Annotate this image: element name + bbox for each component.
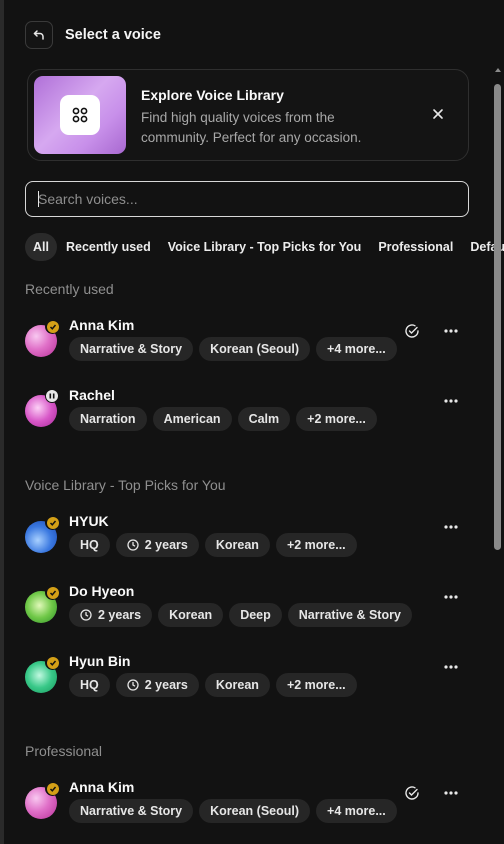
tag-age: 2 years xyxy=(115,533,199,557)
explore-library-banner[interactable]: Explore Voice Library Find high quality … xyxy=(27,69,469,161)
verified-badge-icon xyxy=(45,655,60,670)
tag: Korean xyxy=(158,603,224,627)
tag: HQ xyxy=(69,673,110,697)
verified-badge-icon xyxy=(45,585,60,600)
filter-chips: All Recently used Voice Library - Top Pi… xyxy=(25,233,504,261)
tag-more[interactable]: +2 more... xyxy=(275,673,357,697)
voice-tags: Narrative & Story Korean (Seoul) +4 more… xyxy=(69,337,403,361)
tag: Korean xyxy=(204,533,270,557)
voice-name: HYUK xyxy=(69,513,109,529)
voice-selector-panel: Select a voice Explore Voice Library Fin… xyxy=(4,0,504,844)
voice-row-rachel[interactable]: Rachel Narration American Calm +2 more..… xyxy=(25,387,475,443)
tag: Narrative & Story xyxy=(69,337,194,361)
search-field[interactable] xyxy=(25,181,469,217)
tag: Narration xyxy=(69,407,147,431)
back-button[interactable] xyxy=(25,21,53,49)
header: Select a voice xyxy=(25,21,161,49)
voice-tags: Narration American Calm +2 more... xyxy=(69,407,383,431)
section-title-professional: Professional xyxy=(25,743,103,759)
voice-tags: Narrative & Story Korean (Seoul) +4 more… xyxy=(69,799,403,823)
scroll-up-arrow-icon[interactable] xyxy=(495,68,501,72)
clock-icon xyxy=(127,539,139,551)
search-input[interactable] xyxy=(38,182,458,215)
tag: Narrative & Story xyxy=(287,603,412,627)
voice-name: Anna Kim xyxy=(69,779,135,795)
tag: Narrative & Story xyxy=(69,799,194,823)
voice-name: Rachel xyxy=(69,387,115,403)
more-options-icon[interactable] xyxy=(442,393,460,409)
tag-age-label: 2 years xyxy=(98,608,142,622)
voice-row-do-hyeon[interactable]: Do Hyeon 2 years Korean Deep Narrative &… xyxy=(25,583,475,639)
text-caret xyxy=(38,191,39,207)
voice-tags: 2 years Korean Deep Narrative & Story xyxy=(69,603,418,627)
voice-row-anna-kim[interactable]: Anna Kim Narrative & Story Korean (Seoul… xyxy=(25,317,475,373)
voice-tags: HQ 2 years Korean +2 more... xyxy=(69,673,363,697)
verified-badge-icon xyxy=(45,781,60,796)
pause-icon[interactable] xyxy=(45,389,59,403)
more-options-icon[interactable] xyxy=(442,519,460,535)
filter-recently-used[interactable]: Recently used xyxy=(58,233,159,261)
more-options-icon[interactable] xyxy=(442,659,460,675)
tag-more[interactable]: +2 more... xyxy=(275,533,357,557)
tag: Korean (Seoul) xyxy=(199,337,311,361)
verified-badge-icon xyxy=(45,515,60,530)
selected-check-icon xyxy=(404,785,420,801)
voice-tags: HQ 2 years Korean +2 more... xyxy=(69,533,363,557)
voice-name: Anna Kim xyxy=(69,317,135,333)
tag-age: 2 years xyxy=(69,603,153,627)
voice-row-hyun-bin[interactable]: Hyun Bin HQ 2 years Korean +2 more... xyxy=(25,653,475,709)
tag: Korean xyxy=(204,673,270,697)
tag-age: 2 years xyxy=(115,673,199,697)
tag-age-label: 2 years xyxy=(144,538,188,552)
back-arrow-icon xyxy=(33,30,44,40)
clock-icon xyxy=(127,679,139,691)
verified-badge-icon xyxy=(45,319,60,334)
close-icon[interactable] xyxy=(430,106,446,122)
voice-name: Hyun Bin xyxy=(69,653,131,669)
page-title: Select a voice xyxy=(65,27,161,43)
tag: HQ xyxy=(69,533,110,557)
voice-row-anna-kim-professional[interactable]: Anna Kim Narrative & Story Korean (Seoul… xyxy=(25,779,475,835)
tag: Calm xyxy=(237,407,291,431)
more-options-icon[interactable] xyxy=(442,323,460,339)
more-options-icon[interactable] xyxy=(442,589,460,605)
section-title-recently-used: Recently used xyxy=(25,281,114,297)
filter-top-picks[interactable]: Voice Library - Top Picks for You xyxy=(160,233,370,261)
library-thumbnail xyxy=(34,76,126,154)
scrollbar-thumb[interactable] xyxy=(494,84,501,550)
tag-more[interactable]: +2 more... xyxy=(296,407,377,431)
filter-professional[interactable]: Professional xyxy=(370,233,461,261)
clock-icon xyxy=(80,609,92,621)
selected-check-icon xyxy=(404,323,420,339)
voice-name: Do Hyeon xyxy=(69,583,135,599)
more-options-icon[interactable] xyxy=(442,785,460,801)
section-title-top-picks: Voice Library - Top Picks for You xyxy=(25,477,226,493)
tag: Deep xyxy=(229,603,282,627)
filter-all[interactable]: All xyxy=(25,233,57,261)
banner-description: Find high quality voices from the commun… xyxy=(141,110,362,145)
tag-more[interactable]: +4 more... xyxy=(316,337,397,361)
library-icon xyxy=(60,95,100,135)
banner-title: Explore Voice Library xyxy=(141,87,284,103)
voice-row-hyuk[interactable]: HYUK HQ 2 years Korean +2 more... xyxy=(25,513,475,569)
tag-more[interactable]: +4 more... xyxy=(316,799,397,823)
tag: American xyxy=(152,407,232,431)
tag: Korean (Seoul) xyxy=(199,799,311,823)
tag-age-label: 2 years xyxy=(144,678,188,692)
